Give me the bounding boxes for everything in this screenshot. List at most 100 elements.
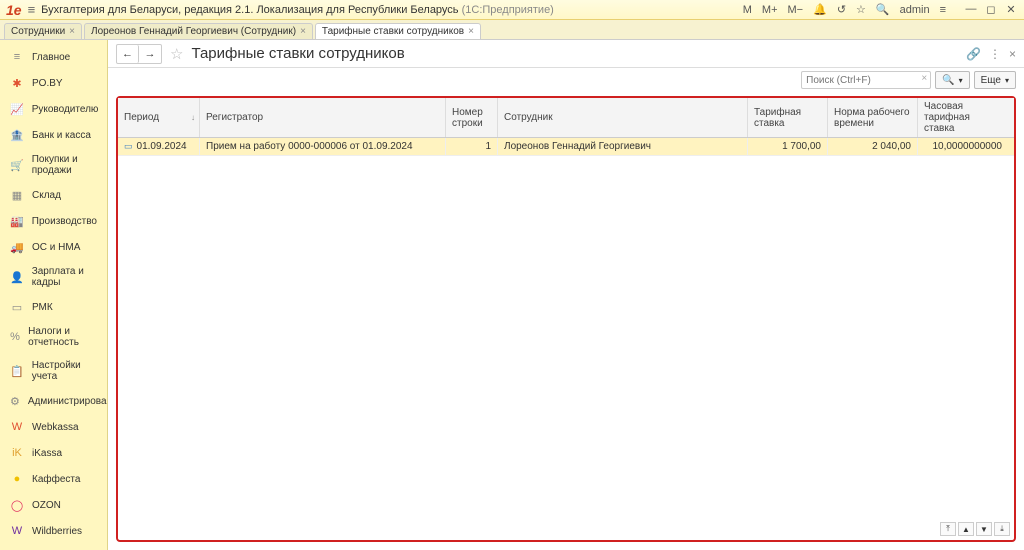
sidebar-item[interactable]: 🚚 ОС и НМА: [0, 234, 107, 260]
scale-m[interactable]: M: [743, 4, 752, 16]
toolbar: × 🔍 Еще: [108, 68, 1024, 92]
history-icon[interactable]: ↺: [837, 3, 846, 16]
sidebar: ≡ Главное ✱ PO.BY 📈Руководителю🏦Банк и касса…: [0, 40, 108, 550]
sidebar-item-label: ОС и НМА: [32, 242, 80, 253]
sidebar-icon: iK: [10, 446, 24, 460]
app-title: Бухгалтерия для Беларуси, редакция 2.1. …: [41, 4, 554, 16]
sidebar-icon: ▭: [10, 300, 24, 314]
nav-back-button[interactable]: ←: [117, 45, 139, 63]
tab-close-icon[interactable]: ×: [300, 26, 306, 37]
tab-close-icon[interactable]: ×: [69, 26, 75, 37]
sidebar-item[interactable]: 🏭 Производство: [0, 208, 107, 234]
sidebar-item[interactable]: 📈Руководителю: [0, 96, 107, 122]
logo-1c: 1e: [6, 2, 22, 18]
sidebar-icon: ▦: [10, 188, 24, 202]
page-title: Тарифные ставки сотрудников: [191, 45, 404, 62]
bell-icon[interactable]: 🔔: [813, 3, 827, 16]
sidebar-item-label: Склад: [32, 190, 61, 201]
sidebar-item[interactable]: ▦ Склад: [0, 182, 107, 208]
sidebar-icon: 🏭: [10, 214, 24, 228]
sidebar-item-label: OZON: [32, 500, 61, 511]
sort-asc-icon: ↓: [191, 113, 195, 122]
search-dropdown-button[interactable]: 🔍: [935, 71, 969, 89]
sidebar-icon: ◯: [10, 498, 24, 512]
sidebar-item[interactable]: 🛒Покупки и продажи: [0, 148, 107, 182]
sidebar-icon: ≡: [10, 50, 24, 64]
sidebar-item-label: Главное: [32, 52, 70, 63]
tab-employee-card[interactable]: Лореонов Геннадий Георгиевич (Сотрудник)…: [84, 23, 313, 39]
sidebar-item[interactable]: WWildberries: [0, 518, 107, 544]
search-input[interactable]: [801, 71, 931, 89]
sidebar-item[interactable]: iKiKassa: [0, 440, 107, 466]
page-topbar: ← → ☆ Тарифные ставки сотрудников 🔗 ⋮ ×: [108, 40, 1024, 68]
sidebar-item[interactable]: ◯ OZON: [0, 492, 107, 518]
sidebar-icon: ●: [10, 472, 24, 486]
tab-close-icon[interactable]: ×: [468, 26, 474, 37]
kebab-icon[interactable]: ⋮: [989, 47, 1001, 61]
sidebar-icon: W: [10, 524, 24, 538]
grid-up-button[interactable]: ▲: [958, 522, 974, 536]
maximize-icon[interactable]: ◻: [984, 3, 998, 16]
sidebar-item-label: Каффеста: [32, 474, 80, 485]
grid-bottom-button[interactable]: ⤓: [994, 522, 1010, 536]
titlebar: 1e ≡ Бухгалтерия для Беларуси, редакция …: [0, 0, 1024, 20]
scale-m-minus[interactable]: M−: [788, 4, 804, 16]
user-label[interactable]: admin: [900, 4, 930, 16]
sidebar-item-label: Настройки учета: [32, 360, 97, 382]
sidebar-item[interactable]: ▭ РМК: [0, 294, 107, 320]
close-page-icon[interactable]: ×: [1009, 47, 1016, 61]
minimize-icon[interactable]: —: [964, 3, 978, 16]
grid-top-button[interactable]: ⤒: [940, 522, 956, 536]
clear-search-icon[interactable]: ×: [921, 73, 927, 84]
sidebar-icon: %: [10, 330, 20, 344]
grid-down-button[interactable]: ▼: [976, 522, 992, 536]
favorite-icon[interactable]: ☆: [856, 3, 866, 16]
col-row-num[interactable]: Номер строки: [446, 98, 498, 137]
sidebar-icon: 📋: [10, 364, 24, 378]
main-menu-icon[interactable]: ≡: [28, 2, 36, 17]
link-icon[interactable]: 🔗: [966, 47, 981, 61]
sidebar-item-label: Банк и касса: [32, 130, 91, 141]
col-period[interactable]: Период↓: [118, 98, 200, 137]
sidebar-item[interactable]: 📋 Настройки учета: [0, 354, 107, 388]
col-registrar[interactable]: Регистратор: [200, 98, 446, 137]
sidebar-icon: ✱: [10, 76, 24, 90]
sidebar-item[interactable]: 🏦Банк и касса: [0, 122, 107, 148]
search-icon[interactable]: 🔍: [876, 3, 890, 16]
sidebar-item-label: Администрирование: [28, 396, 108, 407]
col-hourly[interactable]: Часовая тарифная ставка: [918, 98, 1008, 137]
sidebar-item-label: Webkassa: [32, 422, 79, 433]
sidebar-item[interactable]: ≡ Главное: [0, 44, 107, 70]
col-employee[interactable]: Сотрудник: [498, 98, 748, 137]
sidebar-icon: 👤: [10, 270, 24, 284]
sidebar-item-label: Руководителю: [32, 104, 99, 115]
nav-forward-button[interactable]: →: [139, 45, 161, 63]
col-norm[interactable]: Норма рабочего времени: [828, 98, 918, 137]
sidebar-icon: 🚚: [10, 240, 24, 254]
scale-m-plus[interactable]: M+: [762, 4, 778, 16]
sidebar-icon: W: [10, 420, 24, 434]
sidebar-item[interactable]: % Налоги и отчетность: [0, 320, 107, 354]
document-tabs: Сотрудники× Лореонов Геннадий Георгиевич…: [0, 20, 1024, 40]
sidebar-item[interactable]: ● Каффеста: [0, 466, 107, 492]
sidebar-item-label: РМК: [32, 302, 53, 313]
sidebar-item-label: PO.BY: [32, 78, 63, 89]
data-grid: Период↓ Регистратор Номер строки Сотрудн…: [116, 96, 1016, 542]
sidebar-item-label: Налоги и отчетность: [28, 326, 97, 348]
more-button[interactable]: Еще: [974, 71, 1016, 89]
sidebar-item-label: Производство: [32, 216, 97, 227]
tab-tariff-rates[interactable]: Тарифные ставки сотрудников×: [315, 23, 481, 39]
sidebar-icon: 🛒: [10, 158, 24, 172]
record-icon: ▭: [124, 141, 133, 151]
sidebar-item[interactable]: W Webkassa: [0, 414, 107, 440]
col-rate[interactable]: Тарифная ставка: [748, 98, 828, 137]
table-row[interactable]: ▭01.09.2024 Прием на работу 0000-000006 …: [118, 138, 1014, 156]
tab-employees[interactable]: Сотрудники×: [4, 23, 82, 39]
sidebar-item[interactable]: ⚙Администрирование: [0, 388, 107, 414]
sidebar-item-label: Зарплата и кадры: [32, 266, 97, 288]
sidebar-item[interactable]: 👤 Зарплата и кадры: [0, 260, 107, 294]
settings-bars-icon[interactable]: ≡: [940, 4, 946, 16]
sidebar-item[interactable]: ✱ PO.BY: [0, 70, 107, 96]
favorite-star-icon[interactable]: ☆: [170, 45, 183, 63]
close-icon[interactable]: ✕: [1004, 3, 1018, 16]
